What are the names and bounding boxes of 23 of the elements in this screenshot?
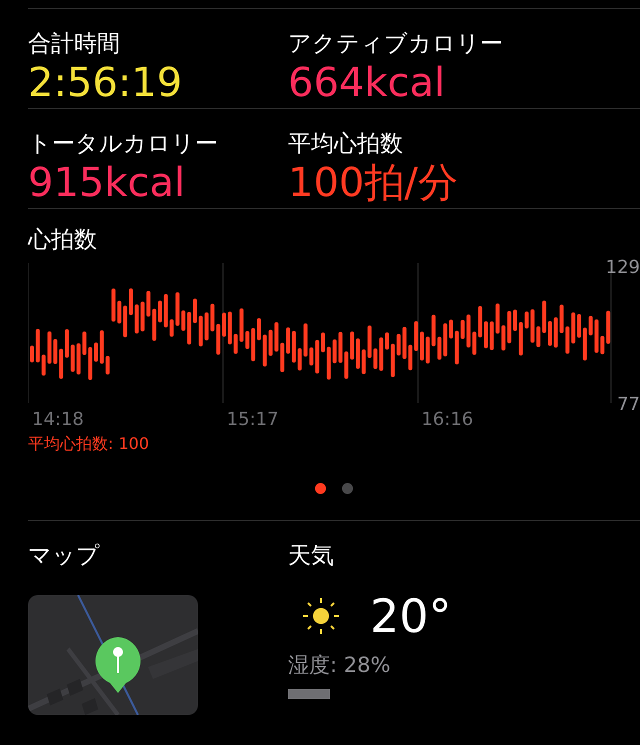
sun-icon	[302, 597, 340, 635]
page-dot[interactable]	[315, 483, 326, 494]
stat-label: 合計時間	[28, 30, 121, 59]
axis-label: 129	[606, 257, 640, 278]
humidity-label: 湿度: 28%	[288, 652, 392, 679]
axis-label: 77	[617, 394, 640, 415]
section-title: マップ	[28, 542, 101, 571]
stat-value: 100拍/分	[288, 159, 459, 207]
stat-value: 664kcal	[288, 59, 446, 107]
stat-label: トータルカロリー	[28, 130, 219, 159]
stat-value: 915kcal	[28, 159, 186, 207]
section-title: 天気	[288, 542, 335, 571]
time-label: 16:16	[420, 409, 474, 430]
average-label: 平均心拍数: 100	[28, 434, 150, 455]
temperature: 20°	[370, 589, 452, 643]
chart-title: 心拍数	[28, 226, 98, 255]
time-label: 15:17	[226, 409, 280, 430]
stat-label: 平均心拍数	[288, 130, 404, 159]
stat-value: 2:56:19	[28, 59, 184, 107]
page-dot[interactable]	[342, 483, 353, 494]
gauge-bar	[288, 689, 330, 699]
time-label: 14:18	[31, 409, 85, 430]
stat-label: アクティブカロリー	[288, 30, 504, 59]
